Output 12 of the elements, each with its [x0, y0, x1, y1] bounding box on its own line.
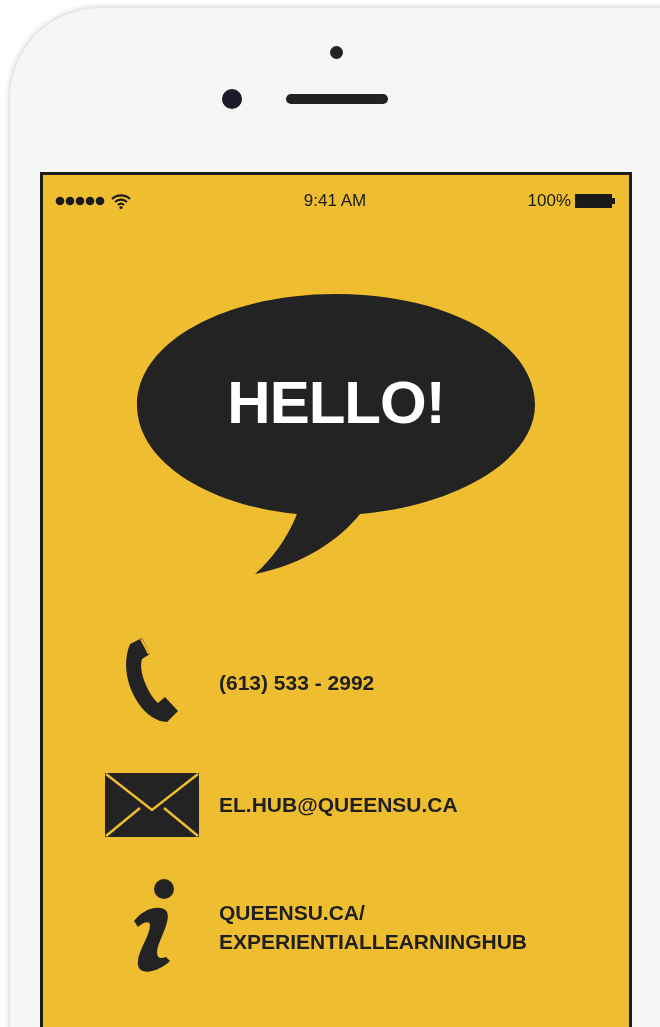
- camera-lens: [222, 89, 242, 109]
- greeting-text: HELLO!: [226, 368, 446, 437]
- envelope-icon: [105, 773, 199, 837]
- email-address: EL.HUB@QUEENSU.CA: [219, 792, 458, 819]
- wifi-icon: [111, 193, 131, 209]
- status-time: 9:41 AM: [303, 191, 367, 211]
- website-address: QUEENSU.CA/ EXPERIENTIALLEARNINGHUB: [219, 899, 528, 955]
- sensor-dot: [330, 46, 343, 59]
- battery-percent: 100%: [527, 191, 571, 211]
- signal-icon: [55, 196, 107, 206]
- battery-icon: [575, 194, 615, 208]
- phone-number: (613) 533 - 2992: [219, 670, 375, 697]
